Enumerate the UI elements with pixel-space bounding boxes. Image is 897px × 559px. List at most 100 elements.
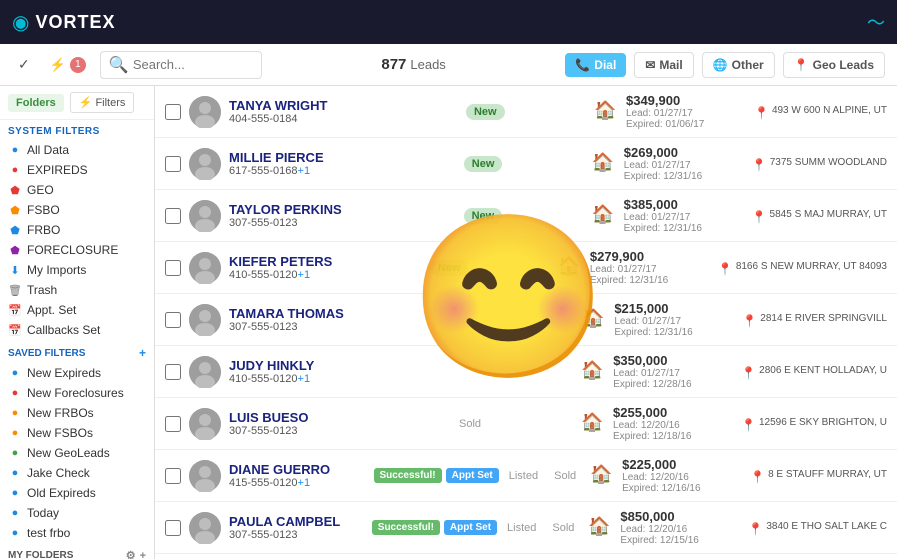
sold-badge: Sold — [546, 520, 580, 536]
status-badge: New — [430, 260, 469, 276]
lead-dates: Lead: 12/20/16Expired: 12/16/16 — [622, 472, 742, 494]
sidebar-item[interactable]: ● Old Expireds — [0, 483, 154, 503]
table-row[interactable]: KIEFER PETERS 410-555-0120+1 New 🏠 $279,… — [155, 242, 897, 294]
location-pin-icon: 📍 — [750, 470, 765, 484]
search-input[interactable] — [133, 57, 253, 72]
dial-icon: 📞 — [575, 58, 590, 72]
lead-location: 📍 8166 S NEW MURRAY, UT 84093 — [718, 260, 887, 276]
table-row[interactable]: TAMARA THOMAS 307-555-0123 🏠 $215,000 Le… — [155, 294, 897, 346]
sidebar-item[interactable]: ● New FSBOs — [0, 423, 154, 443]
successful-badge: Successful! — [374, 468, 442, 483]
sidebar-item[interactable]: ● EXPIREDS — [0, 160, 154, 180]
table-row[interactable]: TAYLOR PERKINS 307-555-0123 New 🏠 $385,0… — [155, 190, 897, 242]
table-row[interactable]: JUDY HINKLY 410-555-0120+1 🏠 $350,000 Le… — [155, 346, 897, 398]
lead-phone: 410-555-0120+1 — [229, 269, 422, 281]
lead-dates: Lead: 12/20/16Expired: 12/18/16 — [613, 420, 733, 442]
lead-status: New — [464, 208, 584, 224]
sidebar-item[interactable]: 📅 Callbacks Set — [0, 320, 154, 340]
new-fsbos-icon: ● — [8, 427, 22, 439]
table-row[interactable]: TANYA WRIGHT 404-555-0184 New 🏠 $349,900… — [155, 86, 897, 138]
lead-checkbox[interactable] — [165, 104, 181, 120]
toolbar: ✓ ⚡ 1 🔍 877 Leads 📞 Dial ✉ Mail 🌐 Other … — [0, 44, 897, 86]
table-row[interactable]: LUIS BUESO 307-555-0123 Sold 🏠 $255,000 … — [155, 398, 897, 450]
lead-price-info: $269,000 Lead: 01/27/17Expired: 12/31/16 — [624, 145, 744, 182]
lead-status: Sold — [453, 416, 573, 432]
lead-status: Successful! Appt Set Listed Sold — [372, 520, 581, 536]
table-row[interactable]: CEL MARTINEZ 410-555-0120+1 Successful! … — [155, 554, 897, 559]
lead-checkbox[interactable] — [165, 416, 181, 432]
sidebar-item[interactable]: ● New GeoLeads — [0, 443, 154, 463]
logo[interactable]: ◉ VORTEX — [12, 10, 115, 35]
lead-checkbox[interactable] — [165, 208, 181, 224]
lead-name: MILLIE PIERCE — [229, 150, 456, 165]
lead-checkbox[interactable] — [165, 260, 181, 276]
toolbar-left: ✓ ⚡ 1 🔍 — [12, 51, 262, 79]
search-box[interactable]: 🔍 — [100, 51, 262, 79]
location-pin-icon: 📍 — [752, 158, 767, 172]
sidebar-item[interactable]: ● All Data — [0, 140, 154, 160]
sidebar-item[interactable]: 📅 Appt. Set — [0, 300, 154, 320]
table-row[interactable]: MILLIE PIERCE 617-555-0168+1 New 🏠 $269,… — [155, 138, 897, 190]
sidebar-item[interactable]: ● New Foreclosures — [0, 383, 154, 403]
sidebar-item[interactable]: ⬇ My Imports — [0, 260, 154, 280]
my-folders-header: MY FOLDERS ⚙ + — [0, 543, 154, 559]
lead-price-info: $225,000 Lead: 12/20/16Expired: 12/16/16 — [622, 457, 742, 494]
sidebar-item[interactable]: ● test frbo — [0, 523, 154, 543]
lead-dates: Lead: 01/27/17Expired: 12/31/16 — [590, 264, 710, 286]
other-button[interactable]: 🌐 Other — [702, 52, 775, 78]
folder-settings-icon[interactable]: ⚙ — [126, 549, 136, 559]
sidebar-item[interactable]: ⬟ FORECLOSURE — [0, 240, 154, 260]
lead-dates: Lead: 12/20/16Expired: 12/15/16 — [620, 524, 740, 546]
table-row[interactable]: DIANE GUERRO 415-555-0120+1 Successful! … — [155, 450, 897, 502]
lead-location: 📍 7375 SUMM WOODLAND — [752, 156, 887, 172]
add-saved-filter-icon[interactable]: + — [139, 346, 146, 360]
lead-name: TAMARA THOMAS — [229, 306, 446, 321]
lead-checkbox[interactable] — [165, 156, 181, 172]
lead-dates: Lead: 01/27/17Expired: 12/28/16 — [613, 368, 733, 390]
lead-status: Successful! Appt Set Listed Sold — [374, 468, 583, 484]
home-type-icon: 🏠 — [590, 464, 614, 488]
status-badge: New — [464, 156, 503, 172]
geo-leads-button[interactable]: 📍 Geo Leads — [783, 52, 885, 78]
location-text: 12596 E SKY BRIGHTON, U — [759, 416, 887, 430]
expireds-icon: ● — [8, 164, 22, 176]
geo-icon: 📍 — [794, 58, 809, 72]
lead-checkbox[interactable] — [165, 364, 181, 380]
dial-button[interactable]: 📞 Dial — [565, 53, 626, 77]
sidebar-item[interactable]: ⬟ FRBO — [0, 220, 154, 240]
lead-phone: 307-555-0123 — [229, 321, 446, 333]
filter-button[interactable]: ⚡ 1 — [44, 53, 92, 77]
saved-filters-actions: + — [139, 346, 146, 360]
lead-price-info: $279,900 Lead: 01/27/17Expired: 12/31/16 — [590, 249, 710, 286]
lead-price: $279,900 — [590, 249, 710, 264]
lead-price: $385,000 — [624, 197, 744, 212]
filters-tab[interactable]: ⚡ Filters — [70, 92, 135, 113]
folders-tab[interactable]: Folders — [8, 94, 64, 112]
sidebar-item[interactable]: ⬟ FSBO — [0, 200, 154, 220]
lead-checkbox[interactable] — [165, 468, 181, 484]
lead-dates: Lead: 01/27/17Expired: 12/31/16 — [624, 160, 744, 182]
lead-info: KIEFER PETERS 410-555-0120+1 — [229, 254, 422, 281]
listed-badge: Listed — [501, 520, 542, 536]
my-folders-actions: ⚙ + — [126, 549, 146, 559]
lead-info: PAULA CAMPBEL 307-555-0123 — [229, 514, 364, 541]
status-badge: New — [466, 104, 505, 120]
sidebar-item[interactable]: ● New FRBOs — [0, 403, 154, 423]
location-text: 493 W 600 N ALPINE, UT — [772, 104, 887, 118]
lead-checkbox[interactable] — [165, 520, 181, 536]
sidebar-item[interactable]: ● New Expireds — [0, 363, 154, 383]
lead-info: TAMARA THOMAS 307-555-0123 — [229, 306, 446, 333]
lead-location: 📍 493 W 600 N ALPINE, UT — [754, 104, 887, 120]
mail-button[interactable]: ✉ Mail — [634, 52, 693, 78]
sidebar-item[interactable]: ⬟ GEO — [0, 180, 154, 200]
add-folder-icon[interactable]: + — [140, 550, 146, 559]
sidebar-item[interactable]: ● Today — [0, 503, 154, 523]
lead-info: MILLIE PIERCE 617-555-0168+1 — [229, 150, 456, 177]
sidebar-item[interactable]: 🗑 Trash — [0, 280, 154, 300]
lead-checkbox[interactable] — [165, 312, 181, 328]
table-row[interactable]: PAULA CAMPBEL 307-555-0123 Successful! A… — [155, 502, 897, 554]
search-icon: 🔍 — [109, 55, 129, 75]
location-text: 3840 E THO SALT LAKE C — [766, 520, 887, 534]
sidebar-item[interactable]: ● Jake Check — [0, 463, 154, 483]
check-button[interactable]: ✓ — [12, 52, 36, 77]
